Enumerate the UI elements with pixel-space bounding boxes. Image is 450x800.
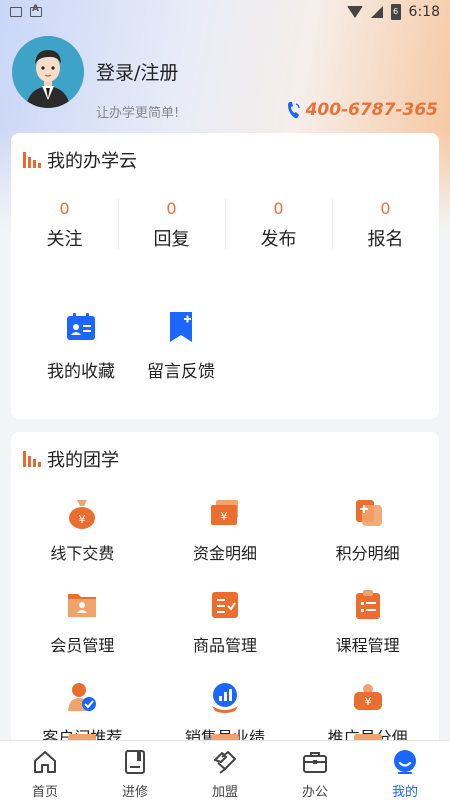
stats-row: 0 关注 0 回复 0 发布 0 报名 — [11, 197, 439, 253]
member-folder-icon — [68, 594, 97, 617]
shortcut-label: 我的收藏 — [47, 362, 115, 382]
shortcut-row: 我的收藏 留言反馈 — [39, 311, 223, 382]
wifi-icon — [346, 6, 363, 18]
battery-icon: 6 — [390, 4, 401, 20]
wallet-icon: ¥ — [210, 500, 238, 525]
phone-icon — [287, 102, 300, 119]
sales-performance-button[interactable]: 销售员业绩 — [154, 680, 297, 742]
stat-label: 关注 — [46, 229, 83, 250]
hotline[interactable]: 400-6787-365 — [286, 100, 438, 120]
phone-number[interactable]: 400-6787-365 — [306, 100, 438, 120]
bar-chart-icon — [23, 152, 41, 168]
tab-label: 首页 — [31, 785, 58, 800]
goods-list-icon — [211, 592, 238, 618]
stat-count: 0 — [380, 199, 391, 218]
stat-count: 0 — [59, 199, 70, 218]
sales-chart-icon — [211, 683, 238, 713]
points-details-button[interactable]: 积分明细 — [296, 496, 439, 564]
school-cloud-card: 我的办学云 0 关注 0 回复 0 发布 0 报名 我的收藏 留言反馈 — [11, 133, 439, 419]
tab-home[interactable]: 首页 — [0, 741, 90, 800]
svg-text:¥: ¥ — [79, 513, 86, 526]
home-icon — [34, 751, 56, 773]
tab-franchise[interactable]: 加盟 — [180, 741, 270, 800]
money-bag-icon: ¥ — [69, 500, 96, 529]
stat-count: 0 — [166, 199, 177, 218]
section-title: 我的办学云 — [23, 147, 137, 173]
avatar[interactable] — [12, 36, 84, 108]
section-title-text: 我的办学云 — [47, 151, 137, 172]
member-management-button[interactable]: 会员管理 — [11, 588, 154, 656]
promoter-commission-button[interactable]: ¥ 推广员分佣 — [296, 680, 439, 742]
id-card-icon — [67, 313, 95, 340]
svg-text:¥: ¥ — [220, 510, 227, 523]
bar-chart-icon — [23, 451, 41, 467]
stat-reply[interactable]: 0 回复 — [118, 197, 225, 253]
stat-label: 回复 — [153, 229, 190, 250]
svg-text:¥: ¥ — [364, 695, 371, 708]
image-notification-icon — [10, 7, 22, 17]
stat-follow[interactable]: 0 关注 — [11, 197, 118, 253]
commission-icon: ¥ — [353, 684, 382, 710]
fund-details-button[interactable]: ¥ 资金明细 — [154, 496, 297, 564]
feedback-button[interactable]: 留言反馈 — [139, 311, 223, 382]
handshake-icon — [214, 751, 236, 774]
grid-label: 积分明细 — [335, 544, 400, 563]
course-management-button[interactable]: 课程管理 — [296, 588, 439, 656]
login-register-link[interactable]: 登录/注册 — [96, 58, 178, 85]
grid-label: 线下交费 — [50, 544, 115, 563]
user-check-icon — [68, 683, 97, 711]
bottom-tab-bar: 首页 进修 加盟 办公 我的 — [0, 740, 450, 800]
tab-label: 办公 — [301, 785, 328, 800]
grid-label: 资金明细 — [192, 544, 257, 563]
briefcase-icon — [303, 752, 327, 773]
offline-payment-button[interactable]: ¥ 线下交费 — [11, 496, 154, 564]
slogan-text: 让办学更简单! — [96, 106, 180, 121]
user-icon — [394, 750, 416, 774]
app-notification-icon — [30, 4, 42, 17]
signal-icon — [370, 6, 383, 18]
grid-label: 课程管理 — [335, 636, 400, 655]
bookmark-plus-icon — [170, 312, 192, 342]
section-title: 我的团学 — [23, 446, 119, 472]
book-icon — [125, 750, 145, 774]
goods-management-button[interactable]: 商品管理 — [154, 588, 297, 656]
shortcut-label: 留言反馈 — [147, 362, 215, 382]
stat-count: 0 — [273, 199, 284, 218]
grid-label: 会员管理 — [50, 636, 115, 655]
grid-label: 商品管理 — [192, 636, 257, 655]
stat-label: 发布 — [260, 229, 297, 250]
feature-grid: ¥ 线下交费 ¥ 资金明细 积分明细 会员管理 商品管理 课程管理 ¥ — [11, 496, 439, 742]
section-title-text: 我的团学 — [47, 450, 119, 471]
tab-office[interactable]: 办公 — [270, 741, 360, 800]
clipboard-icon — [355, 590, 380, 619]
favorites-button[interactable]: 我的收藏 — [39, 311, 123, 382]
team-learning-card: 我的团学 ¥ 线下交费 ¥ 资金明细 积分明细 会员管理 商品管理 课程管理 ¥ — [11, 432, 439, 742]
clock: 6:18 — [408, 4, 440, 20]
customer-referral-button[interactable]: 客户间推荐 — [11, 680, 154, 742]
stat-signup[interactable]: 0 报名 — [332, 197, 439, 253]
tab-label: 加盟 — [211, 785, 238, 800]
tab-label: 我的 — [391, 785, 418, 800]
status-bar: 6 6:18 — [0, 0, 450, 24]
tab-label: 进修 — [121, 785, 148, 800]
tab-study[interactable]: 进修 — [90, 741, 180, 800]
points-icon — [355, 500, 382, 526]
stat-publish[interactable]: 0 发布 — [225, 197, 332, 253]
tab-mine[interactable]: 我的 — [360, 741, 450, 800]
stat-label: 报名 — [367, 229, 404, 250]
profile-header: 登录/注册 让办学更简单! 400-6787-365 — [10, 34, 440, 124]
